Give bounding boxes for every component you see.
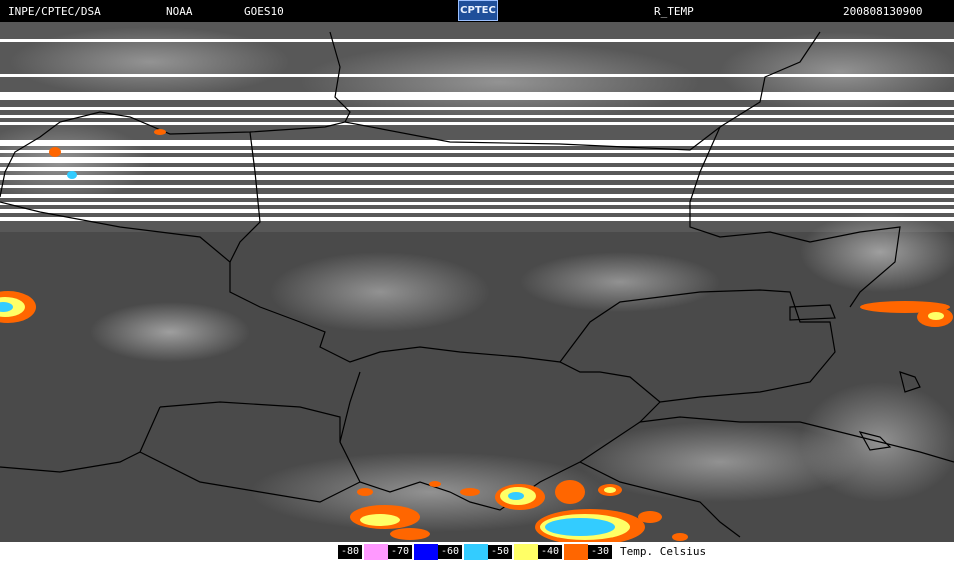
temperature-legend: -80 -70 -60 -50 -40 -30 Temp. Celsius [0, 542, 954, 562]
satellite-image[interactable] [0, 22, 954, 545]
cloud-mass [90, 302, 250, 362]
legend-swatch [564, 544, 588, 560]
source-label: INPE/CPTEC/DSA [8, 5, 101, 18]
cloud-mass [520, 252, 720, 312]
legend-swatch [364, 544, 388, 560]
product-label: R_TEMP [654, 5, 694, 18]
legend-swatch [514, 544, 538, 560]
satellite-label: GOES10 [244, 5, 284, 18]
cptec-logo: CPTEC [458, 0, 498, 21]
cloud-mass [10, 27, 290, 97]
legend-label: -40 [538, 545, 563, 559]
cloud-mass [800, 212, 954, 292]
legend-swatch [414, 544, 438, 560]
cloud-mass [800, 382, 954, 502]
legend-label: -50 [488, 545, 513, 559]
legend-title: Temp. Celsius [620, 545, 707, 558]
legend-label: -30 [588, 545, 613, 559]
agency-label: NOAA [166, 5, 193, 18]
cloud-mass [270, 252, 490, 332]
timestamp-label: 200808130900 [843, 5, 923, 18]
header-bar: INPE/CPTEC/DSA NOAA GOES10 CPTEC R_TEMP … [0, 0, 954, 22]
legend-label: -80 [338, 545, 363, 559]
satellite-map [0, 22, 954, 545]
legend-label: -70 [388, 545, 413, 559]
legend-label: -60 [438, 545, 463, 559]
legend-swatch [464, 544, 488, 560]
